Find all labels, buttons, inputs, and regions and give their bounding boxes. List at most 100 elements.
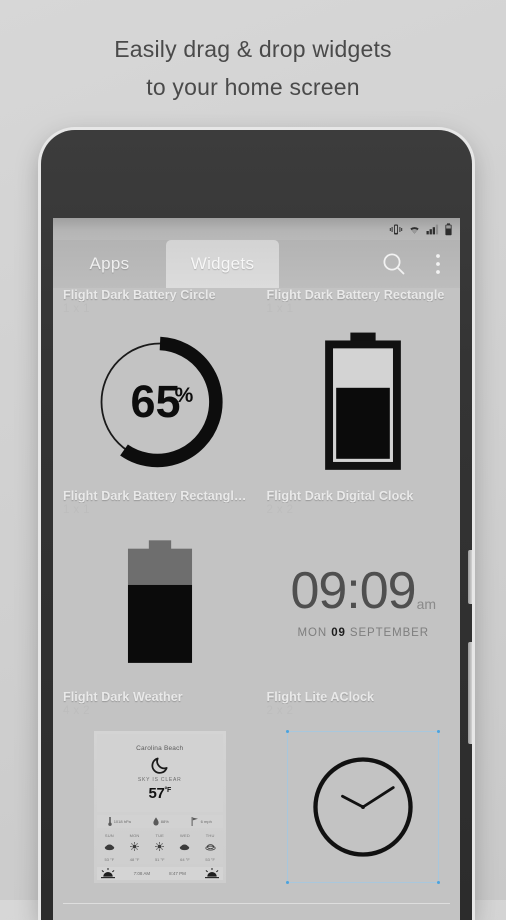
widget-title: Flight Lite AClock — [266, 690, 375, 704]
widget-preview-digital-clock[interactable]: 09:09 am MON 09 SEPTEMBER — [267, 516, 461, 690]
phone-bezel-top — [41, 130, 472, 217]
weather-widget[interactable]: Carolina Beach SKY IS CLEAR 57°F 1018 hP… — [93, 731, 226, 883]
forecast-day: THU 53 °F — [198, 833, 223, 862]
widget-size: 1 x 1 — [266, 303, 294, 315]
forecast-day-label: SUN — [104, 833, 114, 838]
selection-handle-bottom-left[interactable] — [286, 881, 290, 884]
widget-title: Flight Dark Battery Circle — [63, 288, 216, 302]
weather-detail-wind: 6 mph — [191, 817, 212, 826]
cloud-icon — [205, 844, 216, 851]
status-bar — [53, 218, 460, 240]
sun-icon — [130, 842, 140, 851]
signal-icon — [426, 224, 439, 235]
widget-item-weather[interactable]: Flight Dark Weather 4 x 2 Carolina Beach… — [53, 690, 257, 897]
pressure-icon — [108, 817, 112, 826]
vibrate-icon — [389, 224, 403, 234]
weather-condition: SKY IS CLEAR — [137, 776, 182, 783]
sunset-icon — [204, 868, 219, 879]
overflow-menu-button[interactable] — [416, 240, 460, 288]
battery-icon — [445, 222, 452, 235]
overflow-menu-icon — [436, 254, 440, 274]
weather-pressure-value: 1018 hPa — [113, 819, 131, 824]
tab-widgets[interactable]: Widgets — [166, 240, 279, 288]
weather-city: Carolina Beach — [136, 744, 184, 752]
clock-time: 09:09 — [290, 562, 416, 621]
widget-size: 1 x 1 — [63, 504, 90, 516]
tab-apps-label: Apps — [89, 254, 130, 273]
clock-date: 09 — [331, 626, 346, 639]
widget-title: Flight Dark Battery Rectangle — [266, 288, 445, 302]
widget-preview-weather[interactable]: Carolina Beach SKY IS CLEAR 57°F 1018 hP… — [63, 717, 257, 897]
widget-preview-battery-circle[interactable]: 65 % — [63, 315, 257, 489]
forecast-day-temp: 64 °F — [180, 857, 190, 862]
clock-meridiem: am — [416, 595, 437, 612]
weather-sunrise-time: 7:08 AM — [133, 871, 151, 876]
battery-percent-value: 65 — [130, 376, 180, 427]
forecast-day-temp: 48 °F — [129, 857, 140, 862]
widget-title: Flight Dark Weather — [63, 690, 183, 704]
widget-row: Flight Dark Battery Rectangl… 1 x 1 Flig… — [53, 489, 460, 690]
battery-solid-icon — [127, 540, 192, 663]
analog-clock-icon — [313, 757, 413, 857]
widget-row: Flight Dark Weather 4 x 2 Carolina Beach… — [53, 690, 460, 897]
forecast-day-temp: 51 °F — [154, 857, 165, 862]
widget-title: Flight Dark Digital Clock — [266, 489, 414, 503]
forecast-day-label: TUE — [155, 833, 165, 838]
weather-current: Carolina Beach SKY IS CLEAR 57°F — [96, 734, 223, 812]
widget-size: 2 x 2 — [266, 705, 294, 717]
battery-outline-icon — [325, 332, 402, 470]
grid-divider — [63, 903, 450, 904]
volume-button[interactable] — [468, 550, 472, 604]
battery-percent-symbol: % — [174, 384, 193, 407]
search-icon — [383, 253, 405, 275]
headline-line-2: to your home screen — [146, 74, 360, 100]
forecast-day: SUN 53 °F — [97, 833, 122, 862]
forecast-day-label: MON — [129, 833, 140, 838]
tab-bar-spacer — [279, 240, 372, 288]
widget-item-battery-rectangle-solid[interactable]: Flight Dark Battery Rectangl… 1 x 1 — [53, 489, 257, 690]
widget-title: Flight Dark Battery Rectangl… — [63, 489, 247, 503]
cloud-icon — [180, 844, 190, 851]
wifi-icon — [410, 227, 419, 234]
weather-detail-humidity: 88% — [153, 817, 169, 826]
widget-item-battery-circle[interactable]: Flight Dark Battery Circle 1 x 1 65 % — [53, 288, 257, 489]
weather-humidity-value: 88% — [160, 819, 169, 824]
phone-mockup: Apps Widgets Flight Dark Battery Circle … — [41, 130, 472, 920]
selection-handle-bottom-right[interactable] — [437, 881, 441, 884]
widget-item-digital-clock[interactable]: Flight Dark Digital Clock 2 x 2 09:09 am… — [257, 489, 461, 690]
widget-grid[interactable]: Flight Dark Battery Circle 1 x 1 65 % Fl… — [53, 288, 460, 920]
sun-icon — [155, 842, 165, 851]
weather-detail-pressure: 1018 hPa — [108, 817, 131, 826]
widget-item-battery-rectangle[interactable]: Flight Dark Battery Rectangle 1 x 1 — [257, 288, 461, 489]
forecast-day-label: THU — [205, 833, 215, 838]
widget-size: 4 x 2 — [63, 705, 90, 717]
widget-preview-analog-clock[interactable] — [267, 717, 461, 897]
humidity-icon — [153, 817, 159, 826]
selection-handle-top-right[interactable] — [437, 730, 441, 733]
weather-temp-unit: °F — [164, 786, 172, 794]
power-button[interactable] — [468, 642, 472, 744]
widget-size: 1 x 1 — [63, 303, 90, 315]
forecast-day-temp: 53 °F — [205, 857, 215, 862]
forecast-day: WED 64 °F — [172, 833, 197, 862]
widget-selection-box[interactable] — [286, 730, 441, 884]
promo-headline: Easily drag & drop widgets to your home … — [0, 30, 506, 106]
widget-preview-battery-outline[interactable] — [267, 315, 461, 489]
widget-preview-battery-solid[interactable] — [63, 516, 257, 690]
battery-circle-icon: 65 % — [100, 336, 223, 468]
clock-month: SEPTEMBER — [349, 626, 429, 639]
weather-sunset-time: 8:47 PM — [169, 871, 186, 876]
weather-temp-value: 57 — [148, 784, 165, 802]
tab-apps[interactable]: Apps — [53, 240, 166, 288]
forecast-day-temp: 53 °F — [104, 857, 115, 862]
weather-temperature: 57°F — [148, 785, 171, 802]
widget-item-aclock[interactable]: Flight Lite AClock 2 x 2 — [257, 690, 461, 897]
forecast-day: MON 48 °F — [122, 833, 147, 862]
widget-size: 2 x 2 — [266, 504, 294, 516]
clock-day: MON — [297, 626, 328, 639]
forecast-day-label: WED — [179, 833, 190, 838]
tab-widgets-label: Widgets — [190, 254, 255, 273]
cloud-icon — [104, 844, 115, 851]
search-button[interactable] — [372, 240, 416, 288]
weather-wind-value: 6 mph — [200, 819, 212, 824]
